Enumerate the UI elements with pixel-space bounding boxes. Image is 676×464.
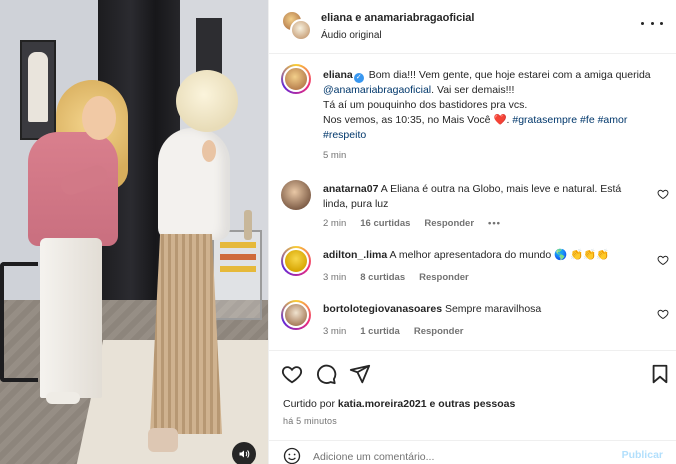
avatar[interactable] [290,19,312,41]
heart-icon[interactable] [657,308,669,320]
liked-by-others[interactable]: e outras pessoas [430,398,516,410]
caption-line-1b: . Vai ser demais!!! [431,84,515,96]
comment-username[interactable]: adilton_.lima [323,249,387,261]
comment-username[interactable]: anatarna07 [323,183,378,195]
comment-text: A melhor apresentadora do mundo 🌎 👏👏👏 [389,249,610,261]
comment-input[interactable] [313,449,593,464]
person-right-sweater [158,128,230,240]
heart-emoji: ❤️ [493,114,507,126]
heart-icon[interactable] [657,254,669,266]
post-photo[interactable] [0,0,268,464]
mention-link[interactable]: @anamariabragaoficial [323,84,431,96]
comment-body: anatarna07 A Eliana é outra na Globo, ma… [323,182,643,212]
author-names[interactable]: eliana e anamariabragaoficial [321,12,474,24]
person-right-skirt [150,234,222,434]
reply-button[interactable]: Responder [414,326,464,337]
emoji-icon[interactable] [283,447,301,464]
reply-button[interactable]: Responder [424,218,474,229]
comment-options-icon[interactable]: ••• [488,218,501,229]
heart-icon[interactable] [657,188,669,200]
caption-username[interactable]: eliana [323,69,353,81]
person-left-pants [40,238,102,398]
avatar[interactable] [281,300,311,330]
comment-username[interactable]: bortolotegiovanasoares [323,303,442,315]
comment: anatarna07 A Eliana é outra na Globo, ma… [281,180,671,230]
author-avatars[interactable] [281,10,312,41]
person-right-hair [176,70,238,132]
comment-body: bortolotegiovanasoares Sempre maravilhos… [323,302,643,317]
shelf [212,230,262,320]
comment-meta: 3 min 8 curtidas Responder [323,272,469,283]
person-right-boot [148,428,178,452]
verified-icon: ✓ [353,73,364,83]
post-actions [269,350,676,396]
comment-text: Sempre maravilhosa [444,303,542,315]
person-left-shoe [46,392,80,404]
liked-by-user[interactable]: katia.moreira2021 [338,398,427,410]
caption-text: eliana ✓ Bom dia!!! Vem gente, que hoje e… [323,69,651,141]
wall-frame [196,18,222,76]
more-options-icon[interactable] [641,15,663,31]
comment-meta: 3 min 1 curtida Responder [323,326,463,337]
comment-time: 3 min [323,272,347,283]
audio-label[interactable]: Áudio original [321,30,382,41]
comment-bubble-icon[interactable] [315,363,337,385]
caption-line-1: Bom dia!!! Vem gente, que hoje estarei c… [368,69,651,81]
post-panel: eliana e anamariabragaoficial Áudio orig… [268,0,676,464]
comment-time: 3 min [323,326,347,337]
bookmark-icon[interactable] [649,363,671,385]
avatar[interactable] [281,180,311,210]
liked-by-prefix: Curtido por [283,398,335,410]
publish-button[interactable]: Publicar [622,449,663,461]
person-right-shoulder [202,140,216,162]
caption-time: 5 min [323,150,347,161]
wall-portrait [20,40,56,140]
comment: bortolotegiovanasoares Sempre maravilhos… [281,300,671,350]
sound-toggle-button[interactable] [232,442,256,464]
comment-composer: Publicar [269,440,676,464]
caption-line-2: Tá aí um pouquinho dos bastidores pra vc… [323,99,528,111]
lamp [244,210,252,240]
person-left-face [82,96,116,140]
speaker-icon [239,450,250,458]
like-heart-icon[interactable] [281,363,303,385]
post-header: eliana e anamariabragaoficial Áudio orig… [269,0,676,54]
avatar[interactable] [281,246,311,276]
comment: adilton_.lima A melhor apresentadora do … [281,246,671,296]
reply-button[interactable]: Responder [419,272,469,283]
comment-body: adilton_.lima A melhor apresentadora do … [323,248,643,263]
comment-likes[interactable]: 8 curtidas [360,272,405,283]
comment-meta: 2 min 16 curtidas Responder ••• [323,218,501,229]
comment-likes[interactable]: 1 curtida [360,326,400,337]
comment-time: 2 min [323,218,347,229]
chair [0,262,38,382]
share-send-icon[interactable] [349,363,371,385]
caption-line-3: Nos vemos, as 10:35, no Mais Você [323,114,491,126]
avatar[interactable] [281,64,311,94]
post-age: há 5 minutos [283,416,337,426]
liked-by: Curtido por katia.moreira2021 e outras p… [283,398,515,410]
comment-likes[interactable]: 16 curtidas [360,218,410,229]
